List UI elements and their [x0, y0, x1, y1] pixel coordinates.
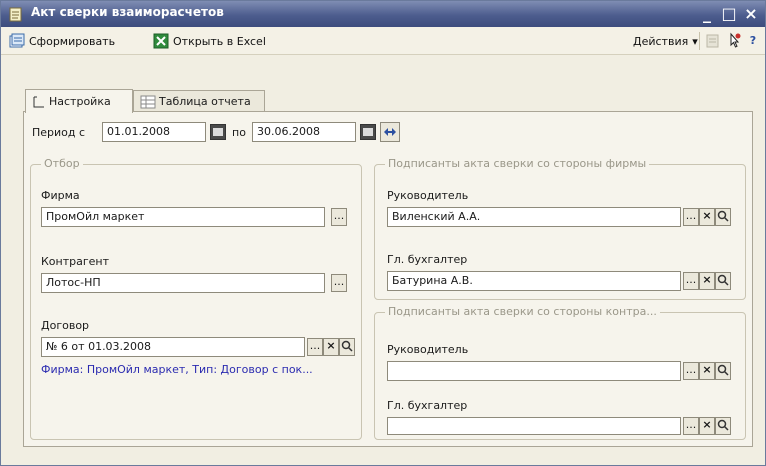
app-icon — [9, 7, 22, 22]
open-excel-button[interactable]: Открыть в Excel — [153, 31, 266, 51]
contract-field[interactable]: № 6 от 01.03.2008 — [41, 337, 305, 357]
firm-accountant-open-button[interactable] — [715, 272, 731, 290]
generate-icon — [9, 33, 25, 48]
actions-label: Действия — [633, 34, 689, 48]
cp-accountant-clear-button[interactable]: × — [699, 417, 715, 435]
magnifier-icon — [717, 419, 729, 431]
magnifier-icon — [341, 340, 353, 352]
report-window: Акт сверки взаиморасчетов _ □ × Сформиро… — [0, 0, 766, 466]
settings-icon — [33, 96, 44, 107]
magnifier-icon — [717, 364, 729, 376]
date-to-input[interactable]: 30.06.2008 — [252, 122, 356, 142]
firm-signers-group: Подписанты акта сверки со стороны фирмы … — [374, 157, 746, 300]
cp-accountant-field[interactable] — [387, 417, 681, 435]
toolbar-separator — [699, 32, 700, 50]
cp-accountant-label: Гл. бухгалтер — [387, 399, 468, 412]
firm-select-button[interactable]: ... — [331, 208, 347, 226]
chevron-down-icon: ▾ — [692, 34, 698, 48]
generate-label: Сформировать — [29, 34, 116, 48]
counterparty-label: Контрагент — [41, 255, 110, 268]
contract-info-link[interactable]: Фирма: ПромОйл маркет, Тип: Договор с по… — [41, 363, 313, 376]
actions-menu-button[interactable]: Действия ▾ — [633, 31, 698, 51]
counterparty-field[interactable]: Лотос-НП — [41, 273, 325, 293]
firm-head-field[interactable]: Виленский А.А. — [387, 207, 681, 227]
excel-icon — [153, 33, 169, 49]
firm-head-open-button[interactable] — [715, 208, 731, 226]
firm-head-label: Руководитель — [387, 189, 469, 202]
cp-accountant-select-button[interactable]: ... — [683, 417, 699, 435]
firm-accountant-select-button[interactable]: ... — [683, 272, 699, 290]
selection-group: Отбор Фирма ПромОйл маркет ... Контраген… — [30, 157, 362, 440]
selection-group-title: Отбор — [41, 157, 83, 170]
contract-label: Договор — [41, 319, 90, 332]
minimize-button[interactable]: _ — [696, 3, 718, 25]
counterparty-signers-title: Подписанты акта сверки со стороны контра… — [385, 305, 660, 318]
contract-open-button[interactable] — [339, 338, 355, 356]
window-title: Акт сверки взаиморасчетов — [31, 5, 224, 19]
contract-select-button[interactable]: ... — [307, 338, 323, 356]
calendar-to-icon[interactable] — [360, 124, 376, 140]
firm-head-select-button[interactable]: ... — [683, 208, 699, 226]
firm-accountant-clear-button[interactable]: × — [699, 272, 715, 290]
firm-label: Фирма — [41, 189, 80, 202]
tab-settings-label: Настройка — [49, 95, 111, 108]
open-excel-label: Открыть в Excel — [173, 34, 266, 48]
calendar-from-icon[interactable] — [210, 124, 226, 140]
tab-settings[interactable]: Настройка — [25, 89, 133, 113]
counterparty-select-button[interactable]: ... — [331, 274, 347, 292]
tab-table-label: Таблица отчета — [159, 95, 251, 108]
firm-field[interactable]: ПромОйл маркет — [41, 207, 325, 227]
period-to-label: по — [232, 126, 246, 139]
firm-head-clear-button[interactable]: × — [699, 208, 715, 226]
window-bottom-strip — [1, 449, 765, 465]
contract-clear-button[interactable]: × — [323, 338, 339, 356]
close-button[interactable]: × — [740, 3, 762, 25]
help-button[interactable]: ? — [743, 31, 763, 51]
title-bar[interactable]: Акт сверки взаиморасчетов _ □ × — [1, 1, 765, 27]
help-pointer-icon[interactable] — [723, 31, 743, 51]
magnifier-icon — [717, 274, 729, 286]
cp-head-open-button[interactable] — [715, 362, 731, 380]
period-from-label: Период с — [32, 126, 86, 139]
cp-head-label: Руководитель — [387, 343, 469, 356]
cp-head-select-button[interactable]: ... — [683, 362, 699, 380]
firm-accountant-field[interactable]: Батурина А.В. — [387, 271, 681, 291]
cp-accountant-open-button[interactable] — [715, 417, 731, 435]
cp-head-field[interactable] — [387, 361, 681, 381]
settings-panel: Период с 01.01.2008 по 30.06.2008 Отбор … — [23, 111, 753, 447]
counterparty-signers-group: Подписанты акта сверки со стороны контра… — [374, 305, 746, 440]
tab-report-table[interactable]: Таблица отчета — [133, 90, 265, 112]
magnifier-icon — [717, 210, 729, 222]
firm-accountant-label: Гл. бухгалтер — [387, 253, 468, 266]
cp-head-clear-button[interactable]: × — [699, 362, 715, 380]
settings-disabled-icon[interactable] — [703, 31, 723, 51]
table-icon — [140, 95, 156, 108]
toolbar: Сформировать Открыть в Excel Действия ▾ … — [1, 27, 765, 55]
date-from-input[interactable]: 01.01.2008 — [102, 122, 206, 142]
generate-button[interactable]: Сформировать — [9, 31, 115, 51]
firm-signers-title: Подписанты акта сверки со стороны фирмы — [385, 157, 650, 170]
period-select-icon[interactable] — [380, 122, 400, 142]
maximize-button[interactable]: □ — [718, 3, 740, 25]
